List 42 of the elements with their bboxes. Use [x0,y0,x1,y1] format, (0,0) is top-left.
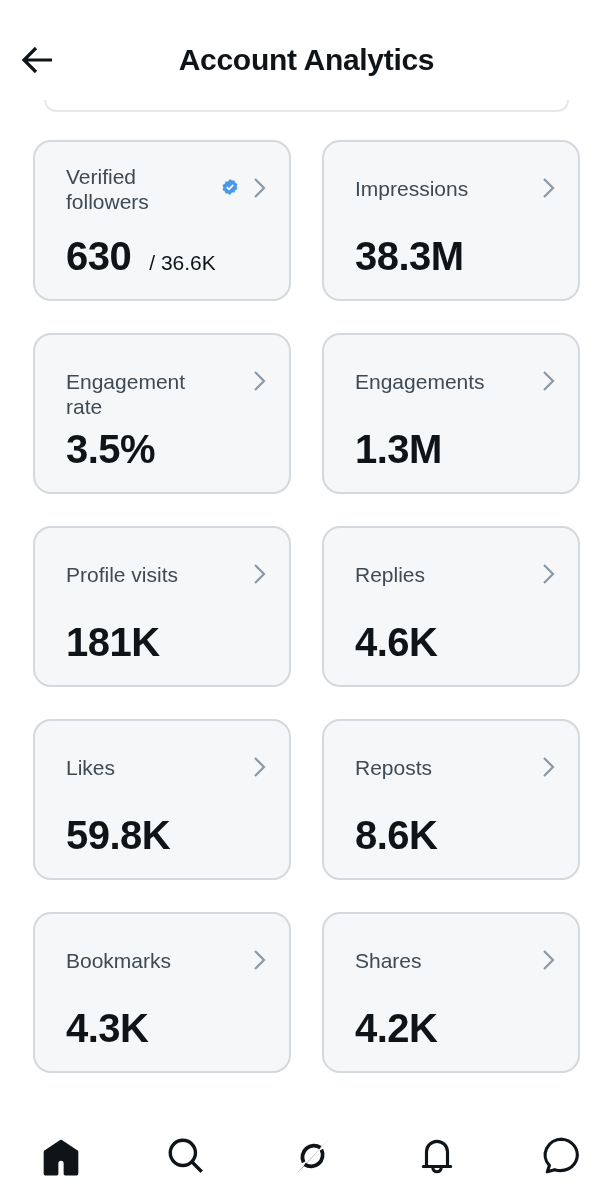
chevron-right-icon [253,949,267,971]
metric-value: 630 [66,234,132,279]
chevron-right-icon [253,756,267,778]
chevron-right-icon [542,563,556,585]
metric-card[interactable]: Reposts 8.6K [322,719,580,880]
metric-value: 4.6K [355,620,438,665]
chevron-right-icon [542,177,556,199]
metric-label: Reposts [355,755,433,780]
chevron-right-icon [542,949,556,971]
metric-label: Likes [66,755,116,780]
metric-label: Engagements [355,369,485,394]
metric-value: 1.3M [355,427,442,472]
metric-card[interactable]: Engagements 1.3M [322,333,580,494]
metric-label: Verified followers [66,164,150,214]
metric-label: Impressions [355,176,469,201]
metric-label: Engagement rate [66,369,187,419]
metric-value: 59.8K [66,813,171,858]
screen-title: Account Analytics [178,42,435,77]
metric-card[interactable]: Profile visits 181K [33,526,291,687]
metric-card[interactable]: Engagement rate 3.5% [33,333,291,494]
metric-card[interactable]: Replies 4.6K [322,526,580,687]
metric-card[interactable]: Bookmarks 4.3K [33,912,291,1073]
metric-label: Bookmarks [66,948,172,973]
metric-value: 181K [66,620,160,665]
metric-card[interactable]: Shares 4.2K [322,912,580,1073]
metric-value: 38.3M [355,234,464,279]
chevron-right-icon [542,370,556,392]
metric-card[interactable]: Likes 59.8K [33,719,291,880]
chevron-right-icon [253,370,267,392]
metric-label: Replies [355,562,426,587]
chevron-right-icon [542,756,556,778]
chevron-right-icon [253,177,267,199]
chevron-right-icon [253,563,267,585]
metric-value: 4.3K [66,1006,149,1051]
metric-card[interactable]: Impressions 38.3M [322,140,580,301]
metric-label: Profile visits [66,562,179,587]
metric-value: 4.2K [355,1006,438,1051]
metric-value: 3.5% [66,427,156,472]
metric-total: / 36.6K [149,251,216,275]
metric-value: 8.6K [355,813,438,858]
metric-card[interactable]: Verified followers 630 / 36.6K [33,140,291,301]
metric-label: Shares [355,948,422,973]
